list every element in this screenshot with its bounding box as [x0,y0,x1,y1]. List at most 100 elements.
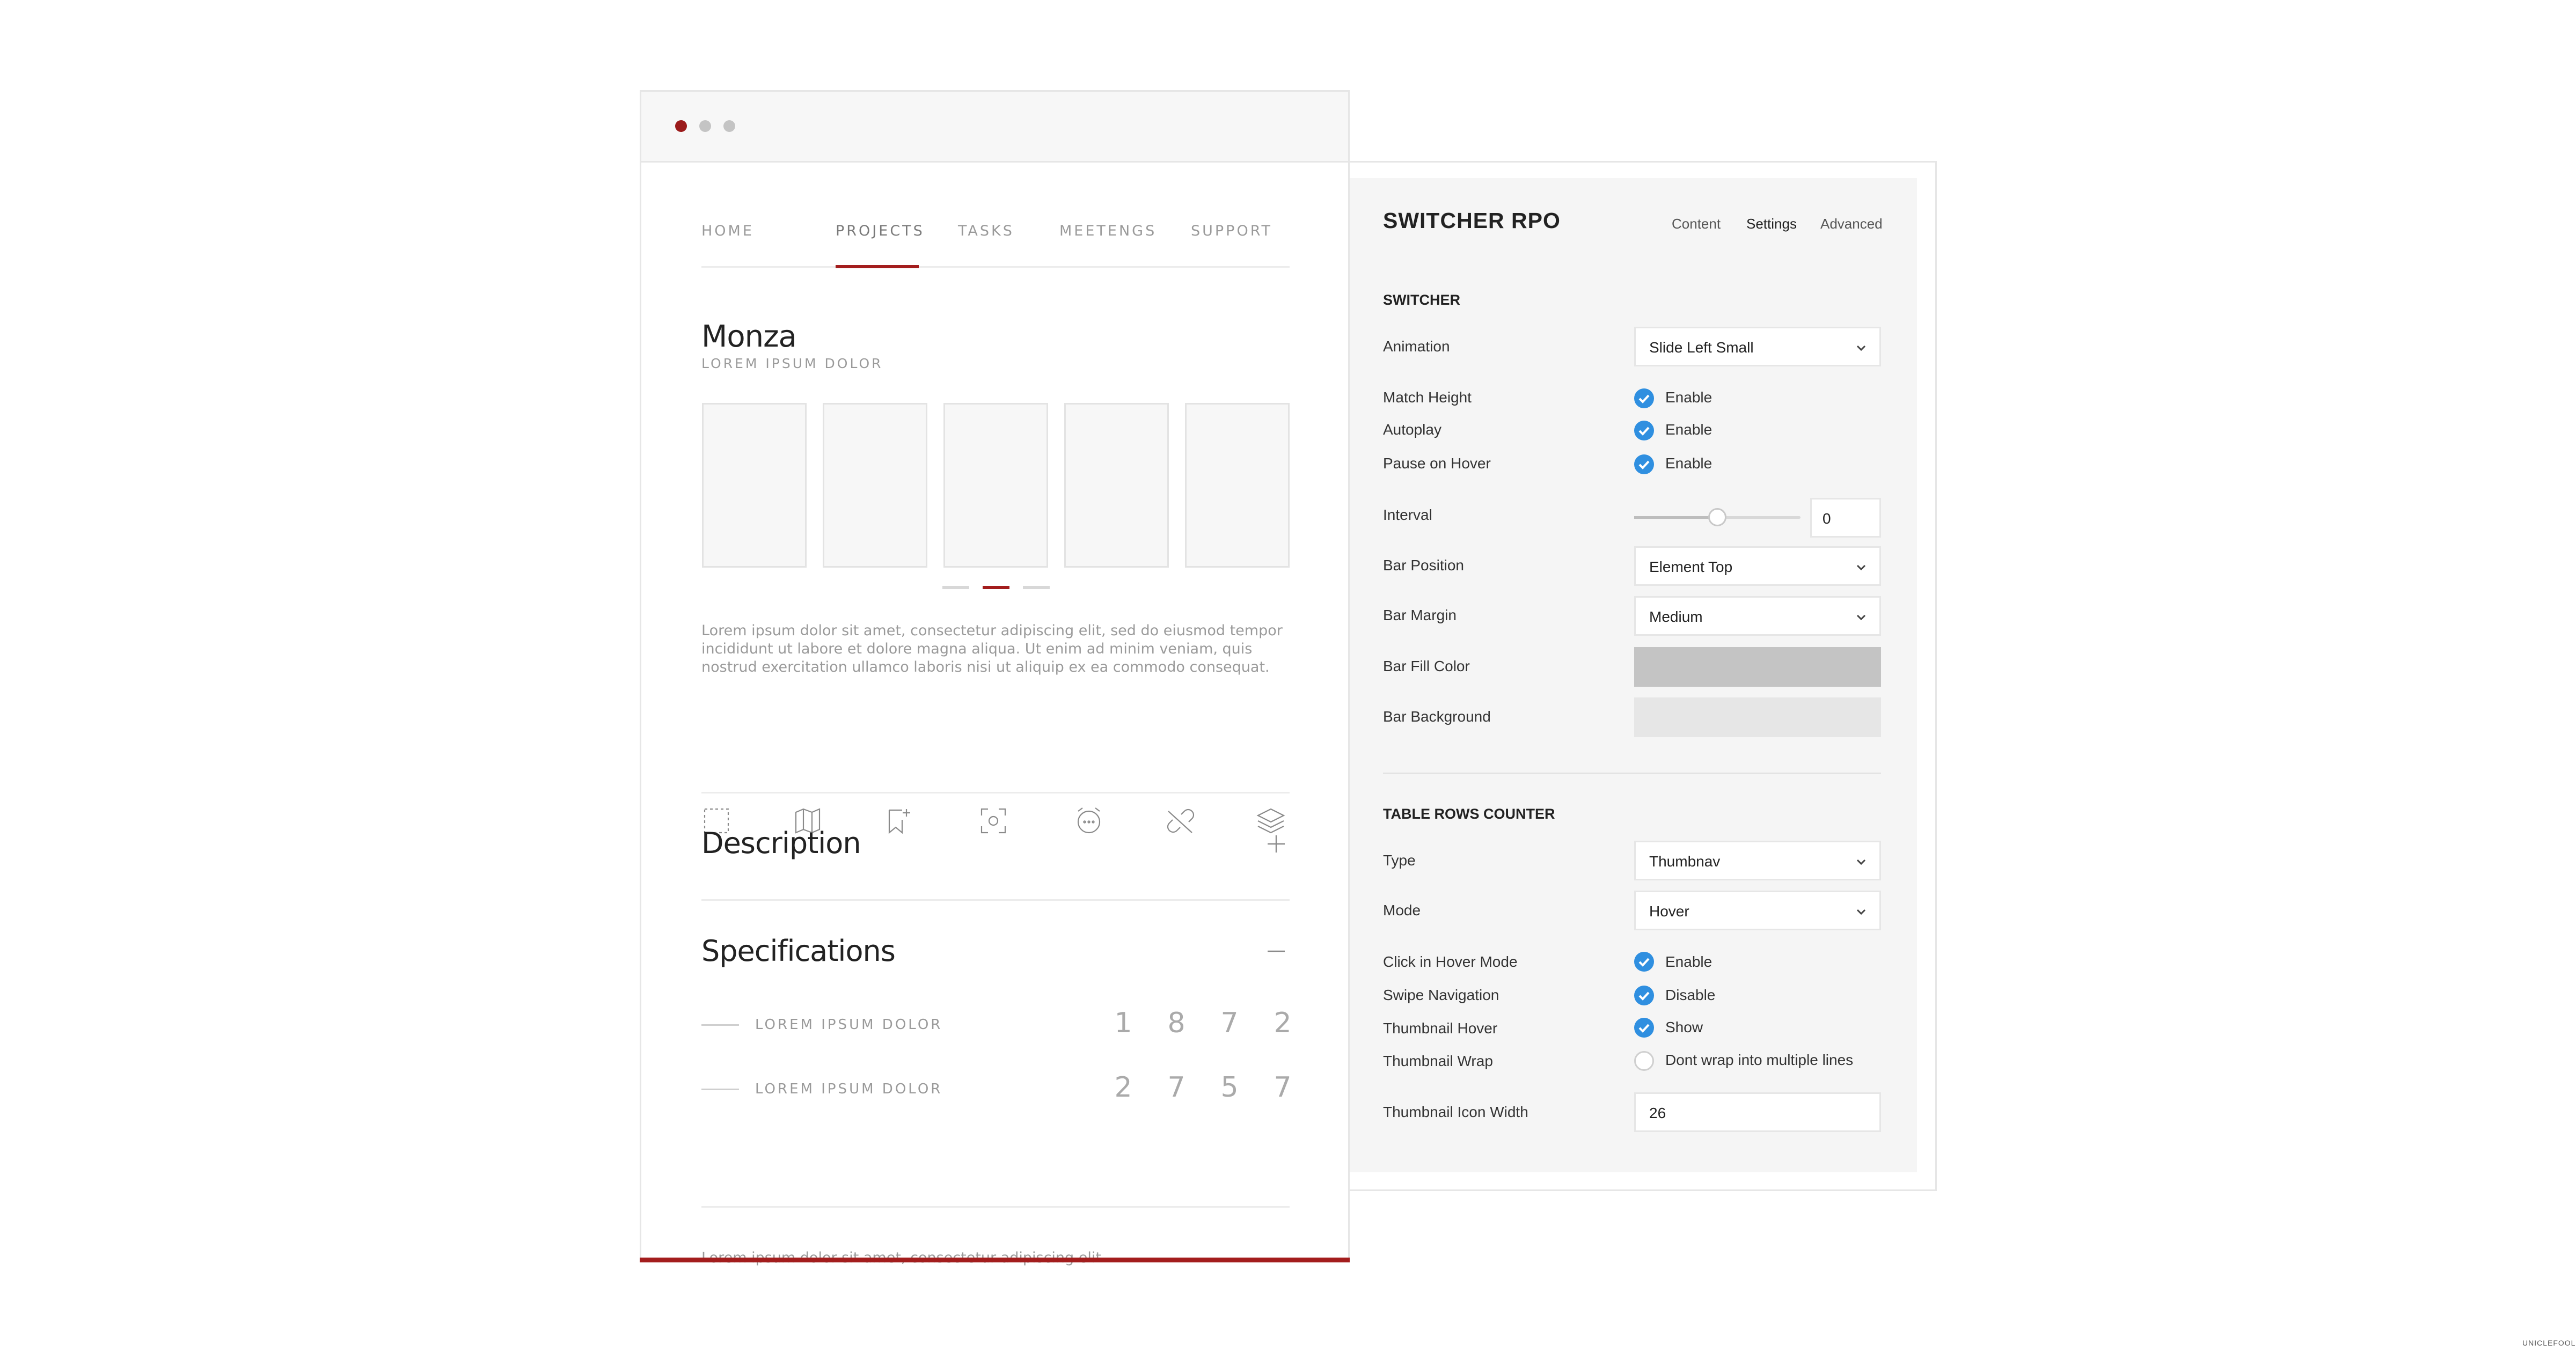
bar-background-swatch[interactable] [1634,697,1881,737]
thumbnail-wrap-label: Thumbnail Wrap [1383,1053,1493,1069]
spec-dash [701,1024,739,1026]
thumbnail-icon-width-value: 26 [1649,1105,1666,1121]
slider-thumbnail[interactable] [943,403,1048,568]
bar-fill-color-swatch[interactable] [1634,647,1881,687]
interval-slider[interactable] [1634,508,1801,526]
slider-thumbnail[interactable] [823,403,927,568]
select-value: Element Top [1649,559,1733,575]
spec-digit: 7 [1220,1007,1239,1039]
chevron-down-icon [1855,855,1868,868]
nav-item-tasks[interactable]: TASKS [958,223,1014,239]
interval-slider-handle[interactable] [1708,508,1726,526]
chevron-down-icon [1855,611,1868,623]
slider-thumbnail[interactable] [1185,403,1290,568]
slider-dot[interactable] [942,586,969,589]
accordion-title-specifications[interactable]: Specifications [701,934,896,968]
interval-label: Interval [1383,506,1432,523]
nav-item-support[interactable]: SUPPORT [1191,223,1272,239]
spec-label: LOREM IPSUM DOLOR [755,1081,943,1097]
slider-thumbnail[interactable] [1064,403,1169,568]
nav-item-projects[interactable]: PROJECTS [836,223,925,239]
spec-digit: 7 [1274,1071,1292,1104]
focus-icon[interactable] [978,806,1008,836]
nav-item-meetengs[interactable]: MEETENGS [1059,223,1157,239]
swipe-navigation-label: Swipe Navigation [1383,987,1499,1003]
window-minimize-dot[interactable] [699,120,711,132]
window-close-dot[interactable] [675,120,687,132]
swipe-navigation-checkbox[interactable] [1634,986,1654,1005]
autoplay-checkbox[interactable] [1634,421,1654,440]
page-title: Monza [701,319,797,354]
tab-advanced[interactable]: Advanced [1820,216,1883,232]
bar-background-label: Bar Background [1383,708,1491,725]
interval-slider-fill [1634,516,1717,519]
watermark: UNICLEFOOL [2522,1339,2576,1347]
window-accent-bar [640,1258,1350,1262]
click-in-hover-mode-checkbox[interactable] [1634,952,1654,972]
autoplay-label: Autoplay [1383,421,1441,438]
settings-panel: SWITCHER RPO Content Settings Advanced S… [1350,178,1917,1172]
pause-on-hover-checkbox[interactable] [1634,454,1654,474]
select-value: Hover [1649,903,1689,920]
tab-settings[interactable]: Settings [1746,216,1797,232]
autoplay-option: Enable [1665,421,1713,438]
spec-digit: 8 [1167,1007,1185,1039]
section-divider [1383,773,1881,774]
section-heading-table-rows-counter: TABLE ROWS COUNTER [1383,806,1555,822]
thumbnail-hover-option: Show [1665,1019,1703,1035]
section-heading-switcher: SWITCHER [1383,292,1460,308]
slider-thumbnail[interactable] [702,403,807,568]
interval-input[interactable]: 0 [1810,498,1881,538]
pause-on-hover-label: Pause on Hover [1383,455,1491,472]
type-label: Type [1383,852,1416,869]
layers-icon[interactable] [1256,806,1286,836]
chevron-down-icon [1855,561,1868,574]
type-select[interactable]: Thumbnav [1634,841,1881,880]
bar-position-select[interactable]: Element Top [1634,546,1881,586]
chevron-down-icon [1855,905,1868,918]
bookmark-plus-icon[interactable] [884,806,914,836]
paragraph-line: Lorem ipsum dolor sit amet, consectetur … [701,622,1283,639]
click-in-hover-mode-option: Enable [1665,953,1713,970]
spec-digit: 2 [1274,1007,1292,1039]
accordion-title-description[interactable]: Description [701,826,861,860]
slider-dot-active[interactable] [983,586,1009,589]
tab-content[interactable]: Content [1672,216,1721,232]
window-title-bar [641,92,1348,163]
interval-value: 0 [1823,510,1831,527]
swipe-navigation-option: Disable [1665,987,1716,1003]
alarm-icon[interactable] [1074,806,1104,836]
description-paragraph: Lorem ipsum dolor sit amet, consectetur … [701,622,1297,677]
click-in-hover-mode-label: Click in Hover Mode [1383,953,1518,970]
plus-icon[interactable] [1265,833,1287,855]
nav-item-home[interactable]: HOME [701,223,754,239]
mode-label: Mode [1383,902,1421,919]
select-value: Thumbnav [1649,853,1721,870]
divider [701,1206,1290,1208]
paragraph-line: incididunt ut labore et dolore magna ali… [701,641,1253,657]
thumbnail-icon-width-label: Thumbnail Icon Width [1383,1104,1528,1120]
bar-margin-select[interactable]: Medium [1634,596,1881,636]
nav-active-indicator [836,265,919,268]
animation-select[interactable]: Slide Left Small [1634,327,1881,366]
window-maximize-dot[interactable] [723,120,735,132]
spec-digit: 7 [1167,1071,1185,1104]
match-height-checkbox[interactable] [1634,388,1654,408]
pause-on-hover-option: Enable [1665,455,1713,472]
spec-digit: 5 [1220,1071,1239,1104]
slider-dot[interactable] [1023,586,1050,589]
spec-dash [701,1089,739,1090]
thumbnail-wrap-checkbox[interactable] [1634,1051,1654,1071]
bar-margin-label: Bar Margin [1383,607,1457,623]
minus-icon[interactable] [1265,940,1287,962]
page-subtitle: LOREM IPSUM DOLOR [701,356,883,371]
panel-title: SWITCHER RPO [1383,208,1561,233]
paragraph-line: nostrud exercitation ullamco laboris nis… [701,659,1270,675]
thumbnail-hover-checkbox[interactable] [1634,1018,1654,1038]
unlink-icon[interactable] [1165,806,1195,836]
bar-position-label: Bar Position [1383,557,1464,574]
mode-select[interactable]: Hover [1634,891,1881,930]
thumbnail-hover-label: Thumbnail Hover [1383,1020,1498,1037]
match-height-label: Match Height [1383,389,1472,406]
thumbnail-icon-width-input[interactable]: 26 [1634,1092,1881,1132]
